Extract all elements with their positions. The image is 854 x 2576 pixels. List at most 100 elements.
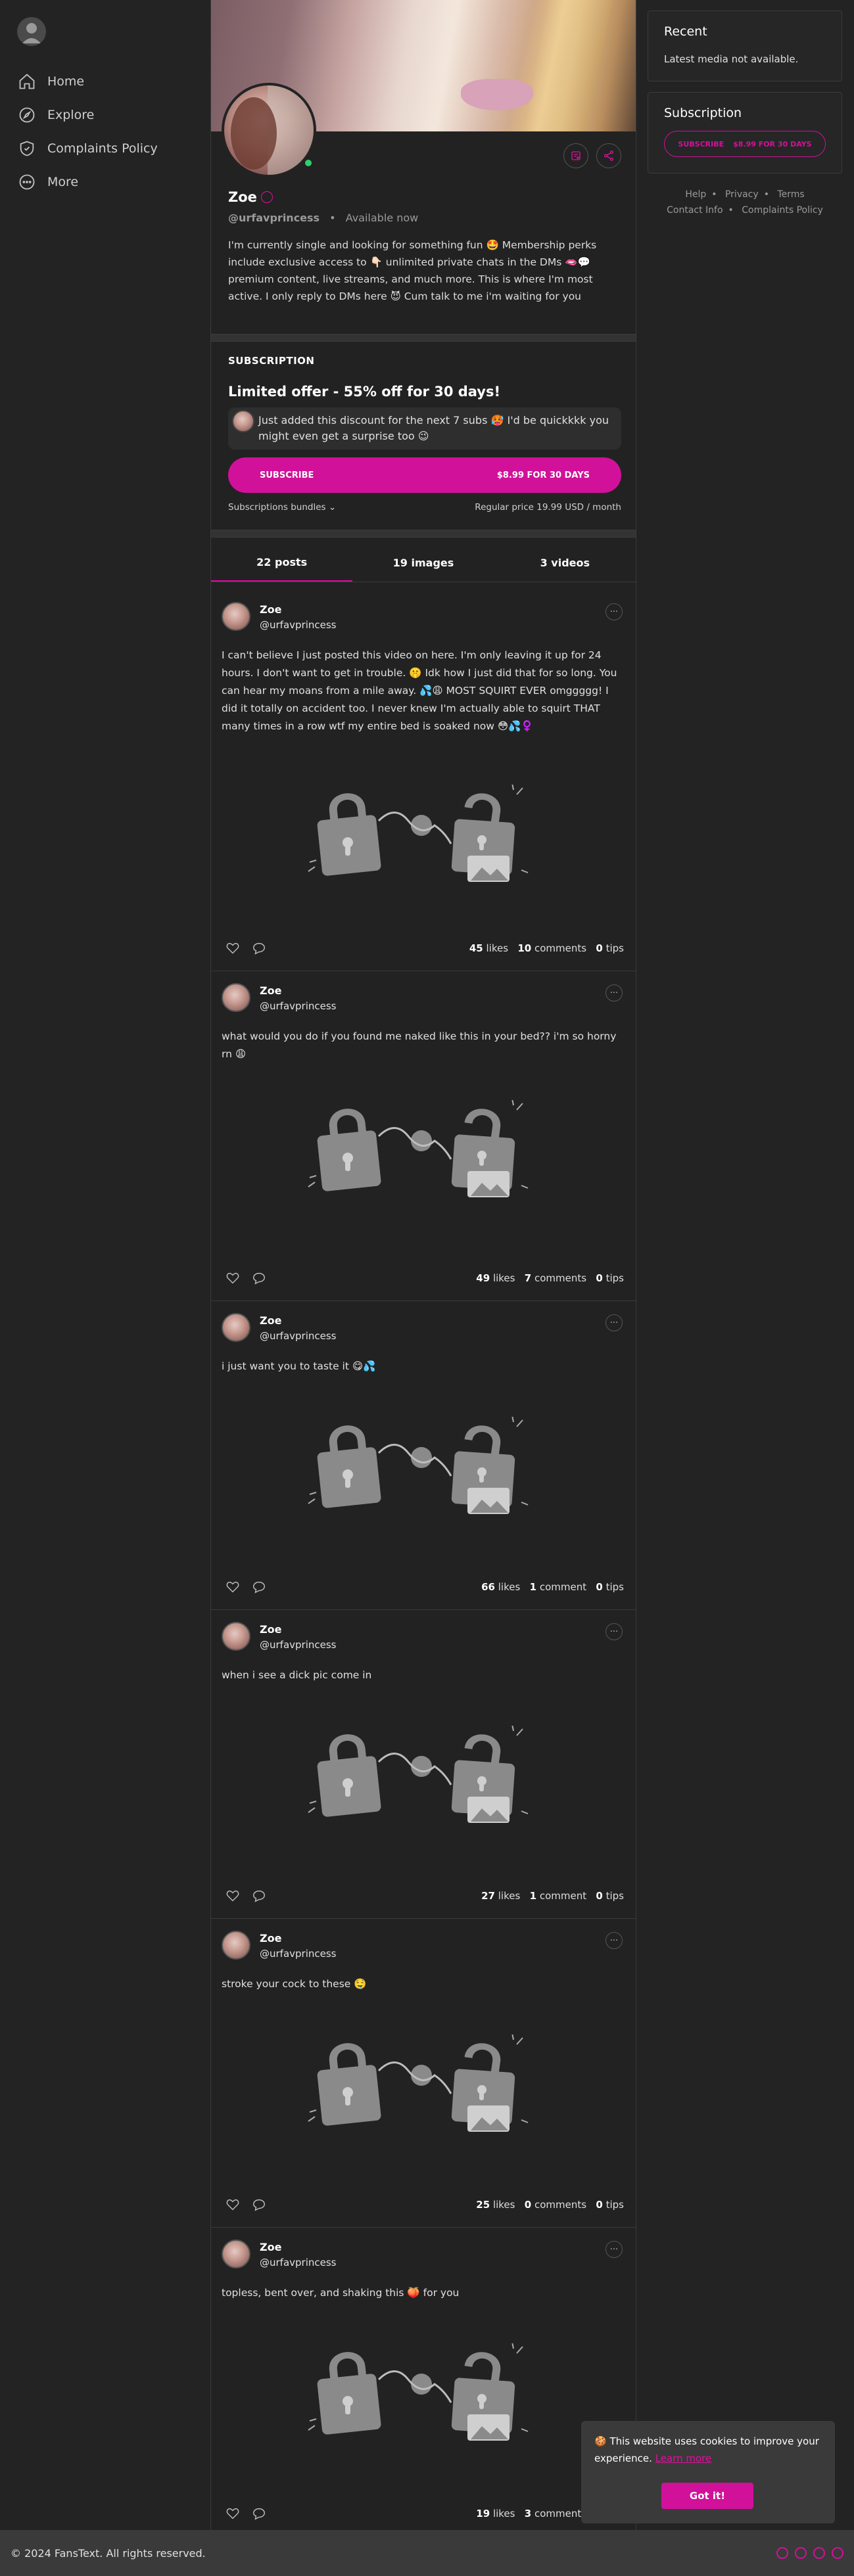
locked-content-image[interactable] xyxy=(303,1724,546,1831)
availability-status: Available now xyxy=(345,212,419,224)
post-author-handle[interactable]: @urfavprincess xyxy=(260,1000,337,1012)
like-heart-icon[interactable] xyxy=(225,1580,240,1597)
profile-name: Zoe xyxy=(228,189,257,205)
post-text: topless, bent over, and shaking this 🍑 f… xyxy=(222,2287,460,2299)
twitter-icon[interactable] xyxy=(795,2547,807,2559)
post-more-button[interactable]: ··· xyxy=(605,603,623,620)
subscription-heading: SUBSCRIPTION xyxy=(228,355,315,367)
online-status-dot xyxy=(303,158,314,168)
locked-content-image[interactable] xyxy=(303,783,546,890)
link-contact[interactable]: Contact Info xyxy=(667,205,723,216)
subscribe-button[interactable]: SUBSCRIBE $8.99 FOR 30 DAYS xyxy=(228,457,621,493)
post-avatar[interactable] xyxy=(222,1931,250,1960)
post-text: when i see a dick pic come in xyxy=(222,1669,372,1681)
offer-title: Limited offer - 55% off for 30 days! xyxy=(228,384,501,400)
cookie-accept-button[interactable]: Got it! xyxy=(661,2483,753,2509)
post-stats: 27 likes 1 comment 0 tips xyxy=(481,1890,624,1902)
offer-avatar xyxy=(232,410,254,432)
post-avatar[interactable] xyxy=(222,1313,250,1342)
user-avatar-icon[interactable] xyxy=(17,17,46,46)
comment-bubble-icon[interactable] xyxy=(252,1580,266,1597)
tiktok-icon[interactable] xyxy=(832,2547,843,2559)
comment-bubble-icon[interactable] xyxy=(252,1271,266,1288)
comments-label: comments xyxy=(534,1272,587,1284)
post-author-name[interactable]: Zoe xyxy=(260,603,281,616)
post-author-handle[interactable]: @urfavprincess xyxy=(260,1948,337,1960)
post-author-name[interactable]: Zoe xyxy=(260,1314,281,1327)
cookie-learn-more-link[interactable]: Learn more xyxy=(655,2452,712,2464)
post-author-name[interactable]: Zoe xyxy=(260,1932,281,1944)
nav-home[interactable]: Home xyxy=(17,64,158,98)
post-author-handle[interactable]: @urfavprincess xyxy=(260,619,337,631)
comments-label: comment xyxy=(539,1890,587,1902)
post-author-name[interactable]: Zoe xyxy=(260,2241,281,2253)
post-card: Zoe @urfavprincess ··· I can't believe I… xyxy=(211,590,636,971)
recent-empty-text: Latest media not available. xyxy=(664,53,799,65)
profile-handle-row: @urfavprincess • Available now xyxy=(228,212,419,224)
like-heart-icon[interactable] xyxy=(225,2506,240,2523)
post-avatar[interactable] xyxy=(222,602,250,631)
post-more-button[interactable]: ··· xyxy=(605,2241,623,2258)
comment-bubble-icon[interactable] xyxy=(252,1889,266,1906)
locked-content-image[interactable] xyxy=(303,1415,546,1522)
post-text: i just want you to taste it 😋💦 xyxy=(222,1360,376,1372)
tips-count: 0 xyxy=(596,2199,603,2211)
sidebar-subscribe-button[interactable]: SUBSCRIBE $8.99 FOR 30 DAYS xyxy=(664,131,826,157)
post-text: stroke your cock to these 🤤 xyxy=(222,1978,367,1990)
instagram-icon[interactable] xyxy=(813,2547,825,2559)
subscription-bundles-toggle[interactable]: Subscriptions bundles ⌄ xyxy=(228,502,336,513)
post-more-button[interactable]: ··· xyxy=(605,984,623,1001)
comment-bubble-icon[interactable] xyxy=(252,2197,266,2215)
profile-name-row: Zoe xyxy=(228,189,273,205)
profile-bio: I'm currently single and looking for som… xyxy=(228,239,597,302)
facebook-icon[interactable] xyxy=(776,2547,788,2559)
like-heart-icon[interactable] xyxy=(225,2197,240,2215)
share-button[interactable] xyxy=(596,143,621,168)
locked-content-image[interactable] xyxy=(303,2033,546,2140)
comments-count: 1 xyxy=(529,1890,537,1902)
tab-videos[interactable]: 3 videos xyxy=(494,544,636,582)
nav-explore[interactable]: Explore xyxy=(17,98,158,131)
compass-icon xyxy=(17,105,37,125)
comment-bubble-icon[interactable] xyxy=(252,2506,266,2523)
locked-content-image[interactable] xyxy=(303,1098,546,1205)
post-avatar[interactable] xyxy=(222,983,250,1012)
link-terms[interactable]: Terms xyxy=(777,189,804,200)
tab-images[interactable]: 19 images xyxy=(352,544,494,582)
link-help[interactable]: Help xyxy=(685,189,706,200)
post-text: I can't believe I just posted this video… xyxy=(222,649,617,732)
ellipsis-icon: ··· xyxy=(609,1626,619,1637)
tab-posts[interactable]: 22 posts xyxy=(211,544,353,582)
post-author-name[interactable]: Zoe xyxy=(260,984,281,997)
like-heart-icon[interactable] xyxy=(225,1889,240,1906)
comments-count: 7 xyxy=(524,1272,532,1284)
post-author-handle[interactable]: @urfavprincess xyxy=(260,2257,337,2268)
post-author-name[interactable]: Zoe xyxy=(260,1623,281,1636)
nav-complaints-policy[interactable]: Complaints Policy xyxy=(17,131,158,165)
post-more-button[interactable]: ··· xyxy=(605,1932,623,1949)
bundles-label: Subscriptions bundles xyxy=(228,502,326,513)
profile-avatar[interactable] xyxy=(222,83,316,177)
post-actions xyxy=(225,1580,266,1597)
like-heart-icon[interactable] xyxy=(225,1271,240,1288)
locked-content-image[interactable] xyxy=(303,2341,546,2449)
post-avatar[interactable] xyxy=(222,2240,250,2268)
likes-count: 45 xyxy=(469,942,483,954)
post-author-handle[interactable]: @urfavprincess xyxy=(260,1639,337,1651)
left-sidebar: Home Explore Complaints Policy More xyxy=(0,0,210,2530)
page-footer: © 2024 FansText. All rights reserved. xyxy=(0,2530,854,2576)
post-more-button[interactable]: ··· xyxy=(605,1314,623,1331)
list-add-icon xyxy=(571,151,581,160)
add-to-list-button[interactable] xyxy=(563,143,588,168)
nav-more[interactable]: More xyxy=(17,165,158,198)
post-stats: 66 likes 1 comment 0 tips xyxy=(481,1581,624,1593)
post-author-handle[interactable]: @urfavprincess xyxy=(260,1330,337,1342)
like-heart-icon[interactable] xyxy=(225,941,240,958)
comment-bubble-icon[interactable] xyxy=(252,941,266,958)
offer-message: Just added this discount for the next 7 … xyxy=(228,407,621,449)
post-card: Zoe @urfavprincess ··· i just want you t… xyxy=(211,1301,636,1610)
link-complaints[interactable]: Complaints Policy xyxy=(742,205,823,216)
link-privacy[interactable]: Privacy xyxy=(725,189,759,200)
post-avatar[interactable] xyxy=(222,1622,250,1651)
post-more-button[interactable]: ··· xyxy=(605,1623,623,1640)
